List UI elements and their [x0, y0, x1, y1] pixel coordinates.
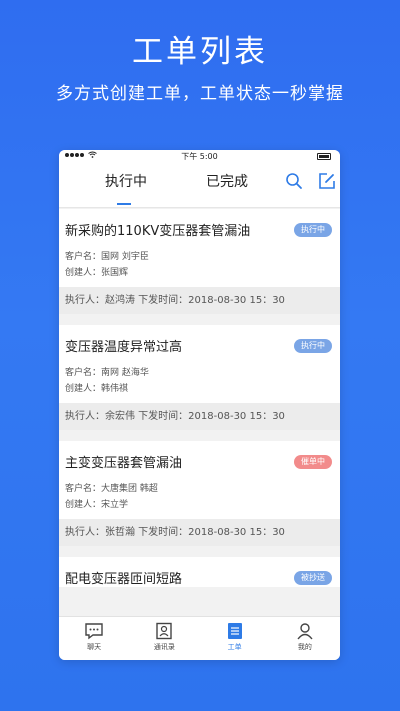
- list-item[interactable]: 新采购的110KV变压器套管漏油 执行中 客户名：国网 刘宇臣 创建人：张国辉 …: [59, 209, 340, 314]
- battery-icon: [317, 153, 331, 160]
- card-header: 配电变压器匝间短路 被抄送: [59, 557, 340, 587]
- creator-name: 创建人：韩伟祺: [65, 384, 129, 394]
- chat-icon: [59, 622, 129, 640]
- work-order-icon: [200, 622, 270, 640]
- status-badge: 执行中: [294, 223, 332, 237]
- user-icon: [270, 622, 340, 640]
- phone-screen: 下午 5:00 执行中 已完成 新采购的110KV变压器套管漏油 执行中 客户名…: [59, 150, 340, 660]
- card-header: 主变变压器套管漏油 催单中: [59, 441, 340, 481]
- order-footer: 执行人：余宏伟 下发时间：2018-08-30 15：30: [59, 403, 340, 430]
- bottom-tab-bar: 聊天 通讯录 工单 我的: [59, 616, 340, 660]
- contacts-icon: [129, 622, 199, 640]
- list-item[interactable]: 变压器温度异常过高 执行中 客户名：南网 赵海华 创建人：韩伟祺 执行人：余宏伟…: [59, 325, 340, 430]
- promo-subtitle: 多方式创建工单，工单状态一秒掌握: [56, 84, 344, 104]
- order-info: 客户名：国网 刘宇臣 创建人：张国辉: [59, 249, 340, 287]
- creator-name: 创建人：张国辉: [65, 268, 129, 278]
- list-item[interactable]: 主变变压器套管漏油 催单中 客户名：大唐集团 韩超 创建人：宋立学 执行人：张哲…: [59, 441, 340, 546]
- edit-icon[interactable]: [318, 172, 336, 190]
- top-tab-bar: 执行中 已完成: [59, 163, 340, 208]
- status-time: 下午 5:00: [181, 152, 218, 161]
- list-item[interactable]: 配电变压器匝间短路 被抄送: [59, 557, 340, 587]
- search-icon[interactable]: [285, 172, 303, 190]
- client-name: 客户名：大唐集团 韩超: [65, 484, 158, 494]
- client-name: 客户名：国网 刘宇臣: [65, 252, 149, 262]
- order-info: 客户名：南网 赵海华 创建人：韩伟祺: [59, 365, 340, 403]
- tabbar-chat[interactable]: 聊天: [59, 617, 129, 660]
- tab-completed[interactable]: 已完成: [206, 171, 248, 191]
- active-tab-indicator: [117, 203, 131, 205]
- status-badge: 被抄送: [294, 571, 332, 585]
- order-footer: 执行人：赵鸿涛 下发时间：2018-08-30 15：30: [59, 287, 340, 314]
- tabbar-orders[interactable]: 工单: [200, 617, 270, 660]
- status-badge: 催单中: [294, 455, 332, 469]
- tabbar-contacts[interactable]: 通讯录: [129, 617, 199, 660]
- tabbar-mine-label: 我的: [297, 643, 312, 651]
- card-header: 新采购的110KV变压器套管漏油 执行中: [59, 209, 340, 249]
- card-header: 变压器温度异常过高 执行中: [59, 325, 340, 365]
- work-order-list: 新采购的110KV变压器套管漏油 执行中 客户名：国网 刘宇臣 创建人：张国辉 …: [59, 209, 340, 598]
- tab-in-progress[interactable]: 执行中: [105, 171, 147, 191]
- order-footer: 执行人：张哲瀚 下发时间：2018-08-30 15：30: [59, 519, 340, 546]
- tabbar-chat-label: 聊天: [87, 643, 102, 651]
- tabbar-contacts-label: 通讯录: [153, 643, 175, 651]
- creator-name: 创建人：宋立学: [65, 500, 129, 510]
- client-name: 客户名：南网 赵海华: [65, 368, 149, 378]
- tabbar-mine[interactable]: 我的: [270, 617, 340, 660]
- promo-title: 工单列表: [132, 34, 268, 70]
- order-info: 客户名：大唐集团 韩超 创建人：宋立学: [59, 481, 340, 519]
- tabbar-orders-label: 工单: [227, 643, 242, 651]
- status-bar: 下午 5:00: [59, 150, 340, 163]
- status-badge: 执行中: [294, 339, 332, 353]
